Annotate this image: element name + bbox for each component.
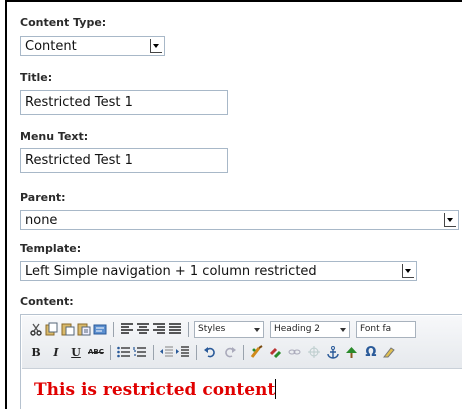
content-type-value: Content (25, 39, 77, 54)
menu-text-label: Menu Text: (20, 130, 89, 143)
frame-border-top (6, 0, 462, 2)
toolbar-separator (195, 344, 197, 360)
toolbar-row-2: B I U ABC Ω (28, 342, 397, 362)
bullet-list-icon[interactable] (116, 343, 132, 361)
align-left-icon[interactable] (119, 320, 135, 338)
chevron-down-icon (402, 264, 414, 278)
parent-label: Parent: (20, 191, 66, 204)
image-icon[interactable] (344, 343, 360, 361)
chevron-down-icon (340, 327, 346, 332)
underline-button[interactable]: U (68, 343, 84, 361)
numbered-list-icon[interactable] (132, 343, 148, 361)
editor-content[interactable]: This is restricted content (34, 379, 277, 400)
toolbar-separator (188, 321, 189, 337)
title-input[interactable]: Restricted Test 1 (20, 90, 228, 115)
anchor-disabled-icon[interactable] (306, 343, 322, 361)
italic-button[interactable]: I (48, 343, 64, 361)
parent-value: none (25, 213, 58, 228)
cms-edit-page: Content Type: Content Title: Restricted … (0, 0, 462, 409)
font-family-value: Font fa (360, 324, 392, 334)
frame-border-left (5, 0, 7, 409)
menu-text-value: Restricted Test 1 (25, 153, 133, 168)
paste-text-icon[interactable] (76, 320, 92, 338)
toolbar-separator (113, 321, 114, 337)
bold-button[interactable]: B (28, 343, 44, 361)
parent-select[interactable]: none (20, 210, 459, 230)
format-dropdown[interactable]: Heading 2 (270, 320, 350, 338)
cleanup-icon[interactable] (249, 343, 265, 361)
copy-icon[interactable] (44, 320, 60, 338)
title-value: Restricted Test 1 (25, 95, 133, 110)
paste-icon[interactable] (60, 320, 76, 338)
align-justify-icon[interactable] (167, 320, 183, 338)
align-center-icon[interactable] (135, 320, 151, 338)
indent-icon[interactable] (175, 343, 191, 361)
paste-word-icon[interactable] (92, 320, 108, 338)
link-icon[interactable] (268, 343, 284, 361)
font-family-dropdown[interactable]: Font fa (356, 320, 416, 338)
template-select[interactable]: Left Simple navigation + 1 column restri… (20, 261, 417, 281)
anchor-icon[interactable] (325, 343, 341, 361)
content-label: Content: (20, 295, 74, 308)
editor-content-text: This is restricted content (34, 380, 276, 400)
toolbar-separator (109, 344, 111, 360)
template-value: Left Simple navigation + 1 column restri… (25, 264, 317, 279)
chevron-down-icon (254, 327, 260, 332)
toolbar-row-1: Styles Heading 2 Font fa (28, 319, 422, 339)
content-type-select[interactable]: Content (20, 36, 165, 56)
menu-text-input[interactable]: Restricted Test 1 (20, 148, 228, 173)
toolbar-separator (242, 344, 244, 360)
editor-toolbar: Styles Heading 2 Font fa B I U ABC Ω (22, 316, 462, 369)
text-caret (275, 379, 277, 399)
template-label: Template: (20, 242, 82, 255)
toolbar-separator (152, 344, 154, 360)
unlink-icon[interactable] (287, 343, 303, 361)
undo-icon[interactable] (202, 343, 218, 361)
special-char-button[interactable]: Ω (363, 343, 379, 361)
align-right-icon[interactable] (151, 320, 167, 338)
chevron-down-icon (444, 213, 456, 227)
styles-dropdown[interactable]: Styles (194, 320, 264, 338)
format-value: Heading 2 (274, 324, 321, 334)
redo-icon[interactable] (222, 343, 238, 361)
rich-text-editor[interactable]: Styles Heading 2 Font fa B I U ABC Ω Thi… (20, 314, 462, 409)
chevron-down-icon (150, 39, 162, 53)
strikethrough-button[interactable]: ABC (87, 343, 105, 361)
title-label: Title: (20, 71, 53, 84)
eraser-icon[interactable] (381, 343, 397, 361)
outdent-icon[interactable] (159, 343, 175, 361)
styles-value: Styles (198, 324, 226, 334)
content-type-label: Content Type: (20, 16, 107, 29)
cut-icon[interactable] (28, 320, 44, 338)
